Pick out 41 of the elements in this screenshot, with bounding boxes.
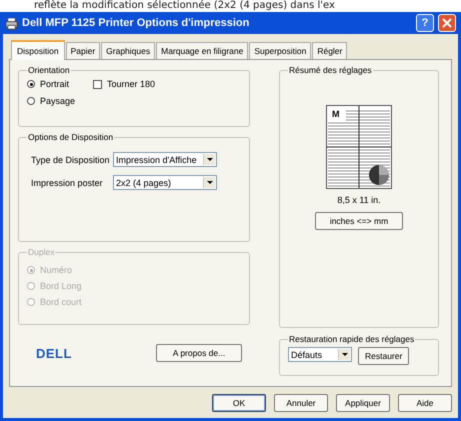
about-button[interactable]: A propos de... [156,344,242,362]
field-label: Type de Disposition [31,154,111,164]
dropdown[interactable]: 2x2 (4 pages) [113,175,217,190]
checkbox-label: Tourner 180 [107,79,156,89]
checkbox[interactable] [93,80,102,88]
tab[interactable]: Disposition [11,40,65,60]
dialog-button[interactable]: Appliquer [336,394,390,412]
field-label: Impression poster [31,178,104,188]
tab[interactable]: Régler [312,42,348,59]
tab[interactable]: Marquage en filigrane [156,42,248,59]
dropdown[interactable]: Impression d'Affiche [113,152,217,167]
dialog-button[interactable]: Aide [398,394,452,412]
radio-label: Bord court [40,297,82,307]
help-button[interactable]: ? [416,14,434,32]
unit-toggle-button[interactable]: inches <=> mm [315,212,403,230]
radio-label: Bord Long [40,281,82,291]
radio-label: Numéro [40,265,72,275]
logo: DELL [36,346,73,360]
radio-button[interactable] [27,80,35,88]
tab[interactable]: Graphiques [101,42,156,59]
group-title: Options de Disposition [27,132,114,142]
dialog-button[interactable]: OK [212,394,266,412]
caption-text: reflète la modification sélectionnée (2x2 (4 pages) dans l'ex [33,0,336,12]
group-title: Orientation [27,65,71,75]
radio-label: Portrait [40,79,70,89]
preview-letter: M [332,109,340,119]
tab[interactable]: Superposition [249,42,312,59]
radio-label: Paysage [40,96,76,106]
group-title: Résumé des réglages [288,65,373,75]
close-icon [442,18,452,28]
page-size-text: 8,5 x 11 in. [336,195,382,205]
tab[interactable]: Papier [66,42,100,59]
dropdown[interactable]: Défauts [288,347,352,362]
dialog-button[interactable]: Annuler [274,394,328,412]
printer-icon [5,16,18,30]
radio-button[interactable] [27,97,35,105]
restore-button[interactable]: Restaurer [358,347,410,365]
group-title: Restauration rapide des réglages [288,334,416,344]
window-title: Dell MFP 1125 Printer Options d'impression [22,17,250,29]
group-title: Duplex [27,247,56,257]
close-button[interactable] [438,14,456,32]
